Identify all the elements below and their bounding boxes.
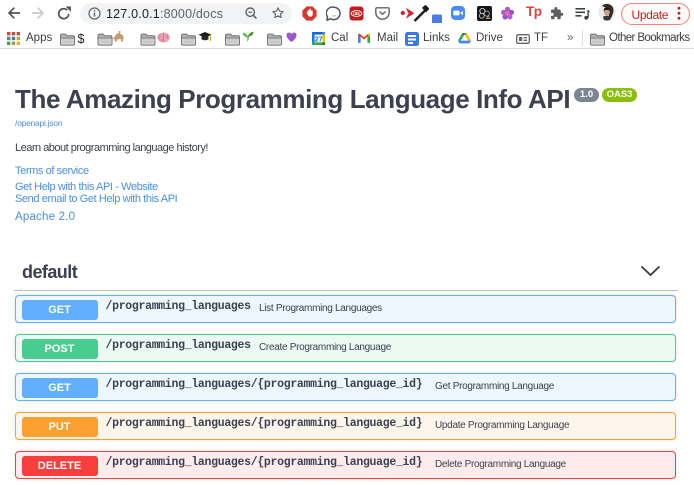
svg-text:CBS: CBS: [353, 12, 360, 16]
svg-text:27: 27: [315, 36, 323, 43]
